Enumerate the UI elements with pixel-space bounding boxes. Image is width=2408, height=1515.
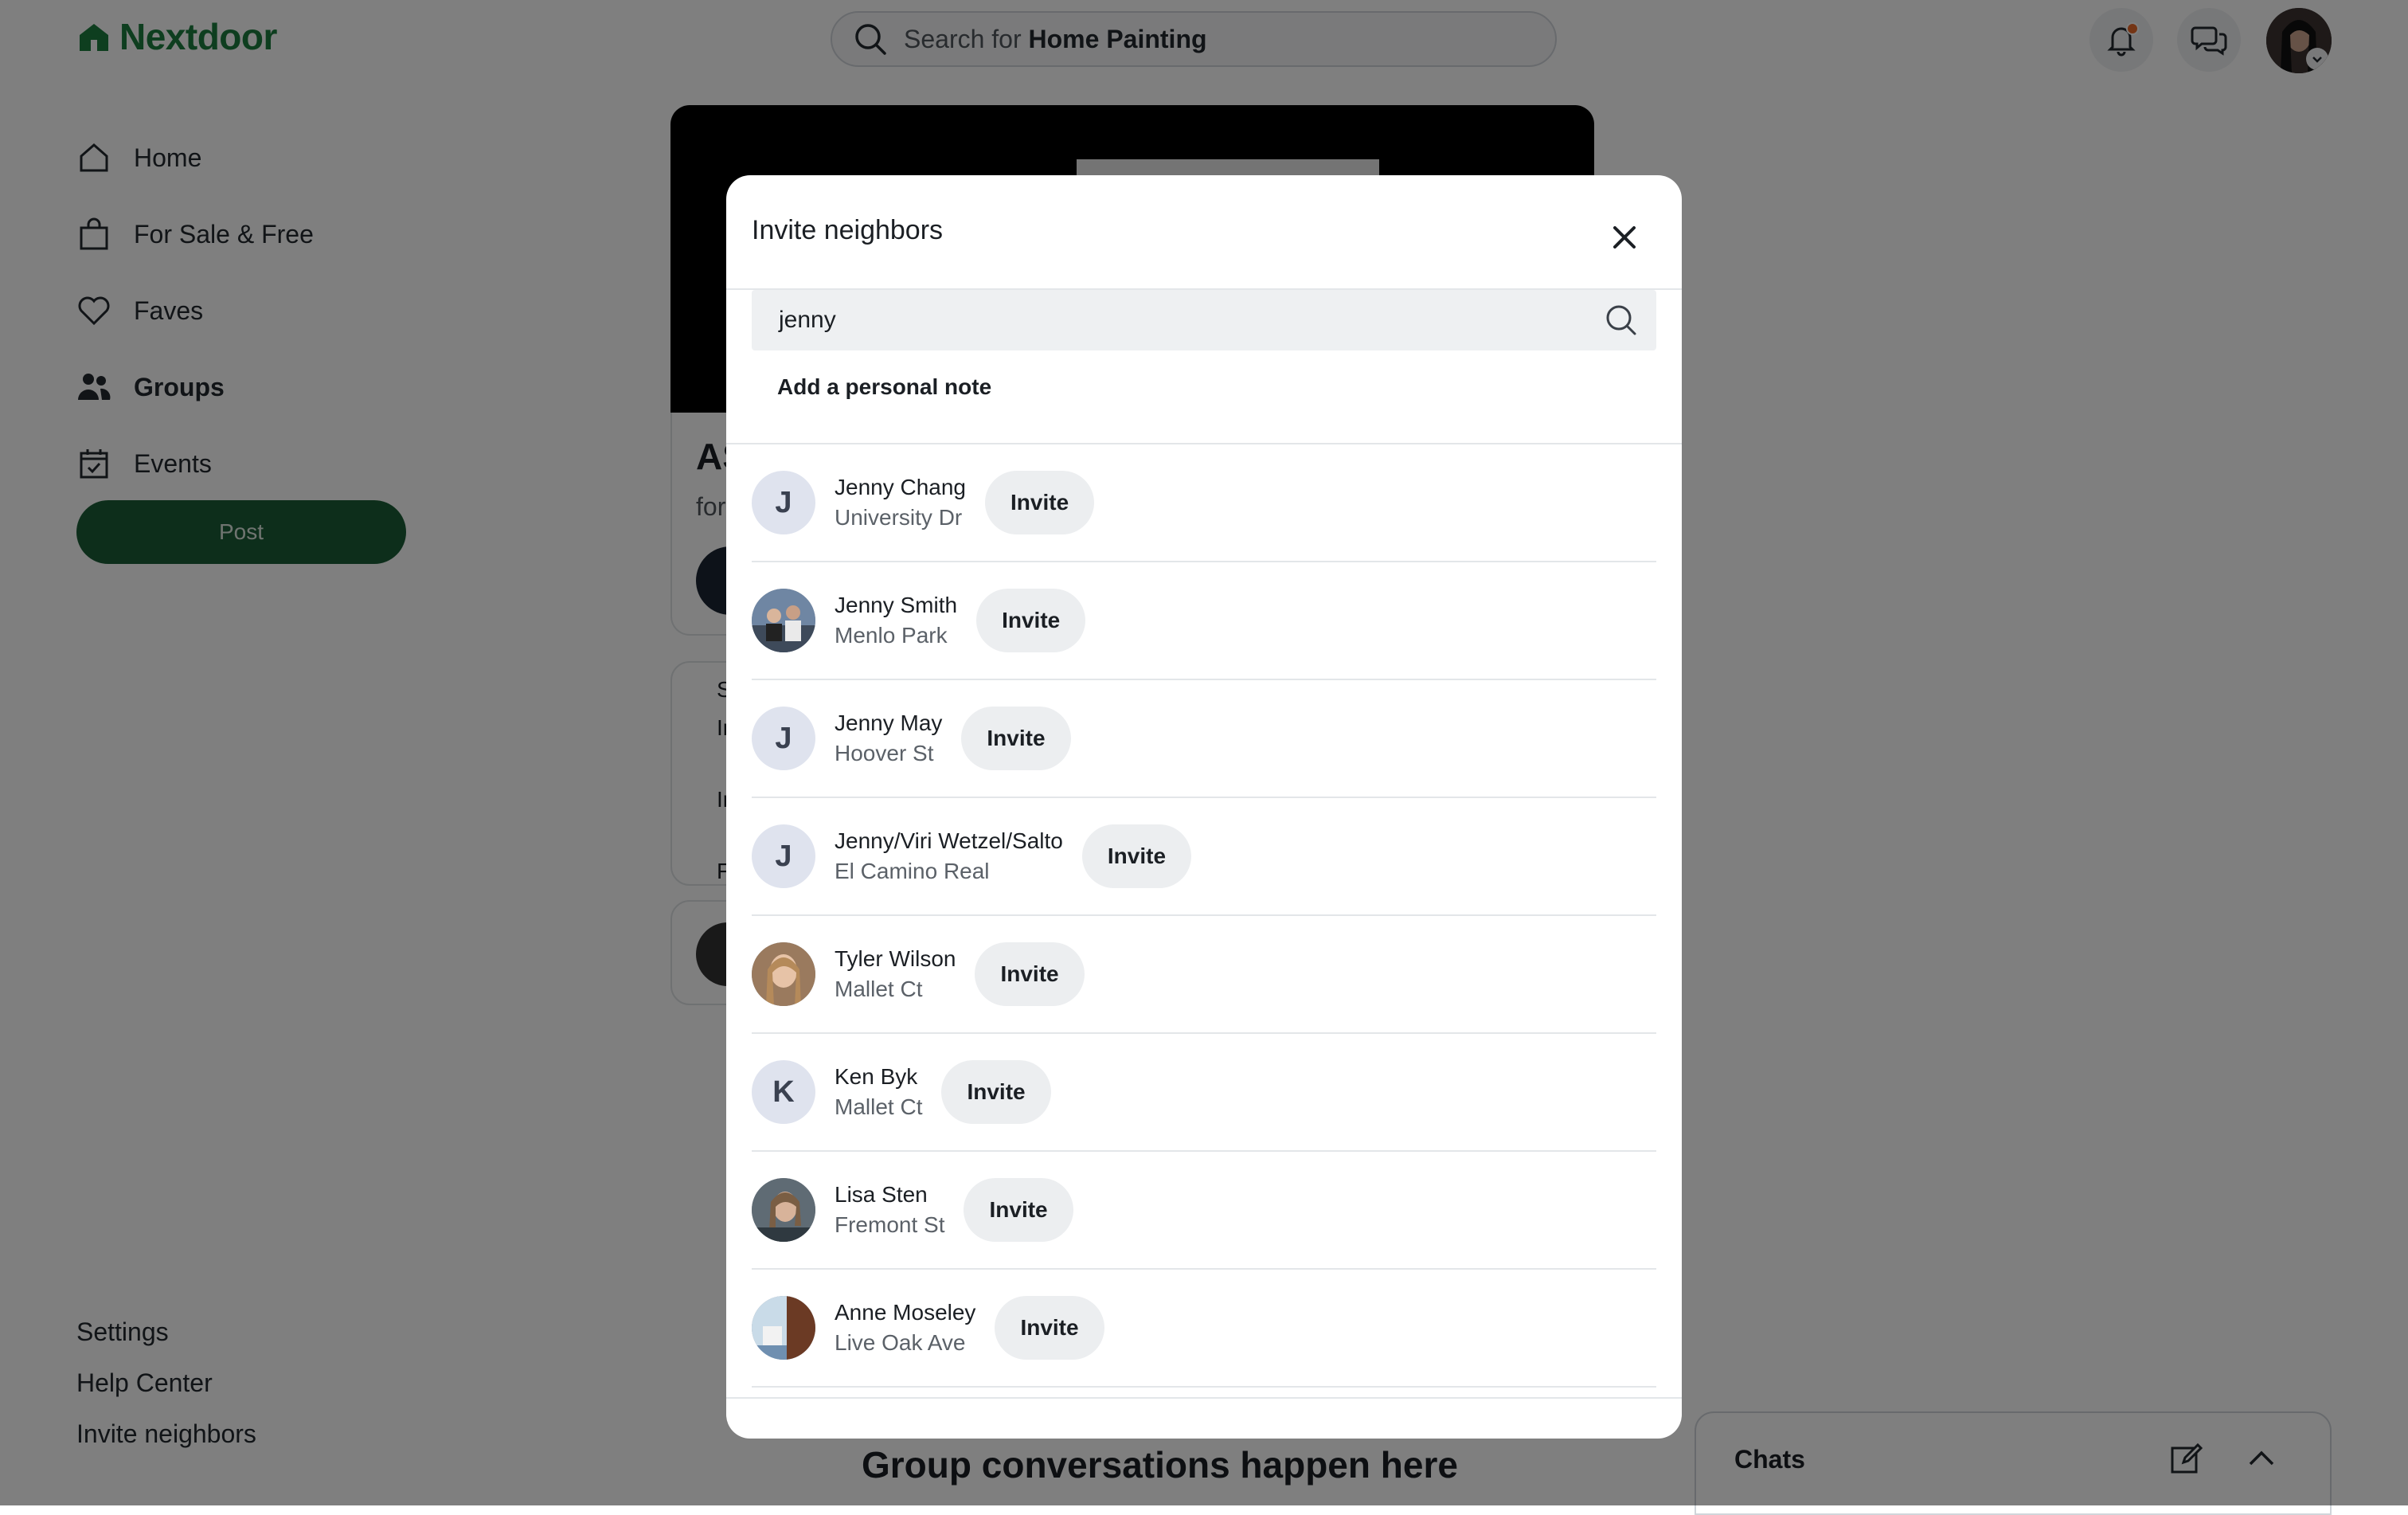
- neighbor-results-list: J Jenny Chang University Dr Invite Jenny …: [752, 444, 1656, 1388]
- profile-photo: [752, 1178, 815, 1242]
- neighbor-street: Live Oak Ave: [835, 1330, 966, 1355]
- avatar: K: [752, 1060, 815, 1124]
- neighbor-street: El Camino Real: [835, 859, 990, 883]
- list-item: Anne Moseley Live Oak Ave Invite: [752, 1270, 1656, 1388]
- list-item: K Ken Byk Mallet Ct Invite: [752, 1034, 1656, 1152]
- avatar: [752, 1178, 815, 1242]
- close-button[interactable]: [1604, 217, 1645, 258]
- avatar: [752, 589, 815, 652]
- invite-button[interactable]: Invite: [975, 942, 1085, 1006]
- neighbor-name: Jenny Chang: [835, 475, 967, 499]
- invite-button[interactable]: Invite: [964, 1178, 1073, 1242]
- list-item: Lisa Sten Fremont St Invite: [752, 1152, 1656, 1270]
- invite-button[interactable]: Invite: [941, 1060, 1051, 1124]
- invite-button[interactable]: Invite: [961, 707, 1071, 770]
- add-personal-note-link[interactable]: Add a personal note: [777, 374, 991, 400]
- list-item: J Jenny May Hoover St Invite: [752, 680, 1656, 798]
- avatar: [752, 942, 815, 1006]
- close-icon: [1613, 226, 1636, 249]
- search-input-value: jenny: [779, 307, 836, 333]
- neighbor-street: University Dr: [835, 505, 963, 530]
- avatar: [752, 1296, 815, 1360]
- list-item: Jenny Smith Menlo Park Invite: [752, 562, 1656, 680]
- neighbor-street: Mallet Ct: [835, 1094, 923, 1119]
- neighbor-name: Tyler Wilson: [835, 946, 956, 971]
- neighbor-search-input[interactable]: jenny: [752, 290, 1656, 350]
- neighbor-name: Lisa Sten: [835, 1182, 928, 1207]
- neighbor-street: Hoover St: [835, 741, 934, 765]
- neighbor-name: Jenny Smith: [835, 593, 958, 617]
- profile-photo: [752, 589, 815, 652]
- avatar: J: [752, 471, 815, 534]
- search-icon[interactable]: [1604, 303, 1639, 338]
- list-item: J Jenny Chang University Dr Invite: [752, 444, 1656, 562]
- neighbor-name: Jenny May: [835, 711, 943, 735]
- avatar: J: [752, 707, 815, 770]
- invite-button[interactable]: Invite: [985, 471, 1095, 534]
- modal-title: Invite neighbors: [752, 215, 944, 245]
- neighbor-street: Mallet Ct: [835, 977, 923, 1001]
- page: Nextdoor Search for Home Painting: [0, 0, 2408, 1515]
- invite-neighbors-modal: Invite neighbors jenny Add a personal no…: [726, 175, 1682, 1439]
- avatar: J: [752, 824, 815, 888]
- neighbor-name: Anne Moseley: [835, 1300, 976, 1325]
- neighbor-street: Menlo Park: [835, 623, 948, 648]
- invite-button[interactable]: Invite: [976, 589, 1086, 652]
- profile-photo: [752, 1296, 815, 1360]
- divider: [726, 1397, 1682, 1399]
- neighbor-name: Jenny/Viri Wetzel/Salto: [835, 828, 1063, 853]
- neighbor-street: Fremont St: [835, 1212, 945, 1237]
- invite-button[interactable]: Invite: [1081, 824, 1192, 888]
- list-item: Tyler Wilson Mallet Ct Invite: [752, 916, 1656, 1034]
- profile-photo: [752, 942, 815, 1006]
- list-item: J Jenny/Viri Wetzel/Salto El Camino Real …: [752, 798, 1656, 916]
- invite-button[interactable]: Invite: [995, 1296, 1104, 1360]
- neighbor-name: Ken Byk: [835, 1064, 918, 1089]
